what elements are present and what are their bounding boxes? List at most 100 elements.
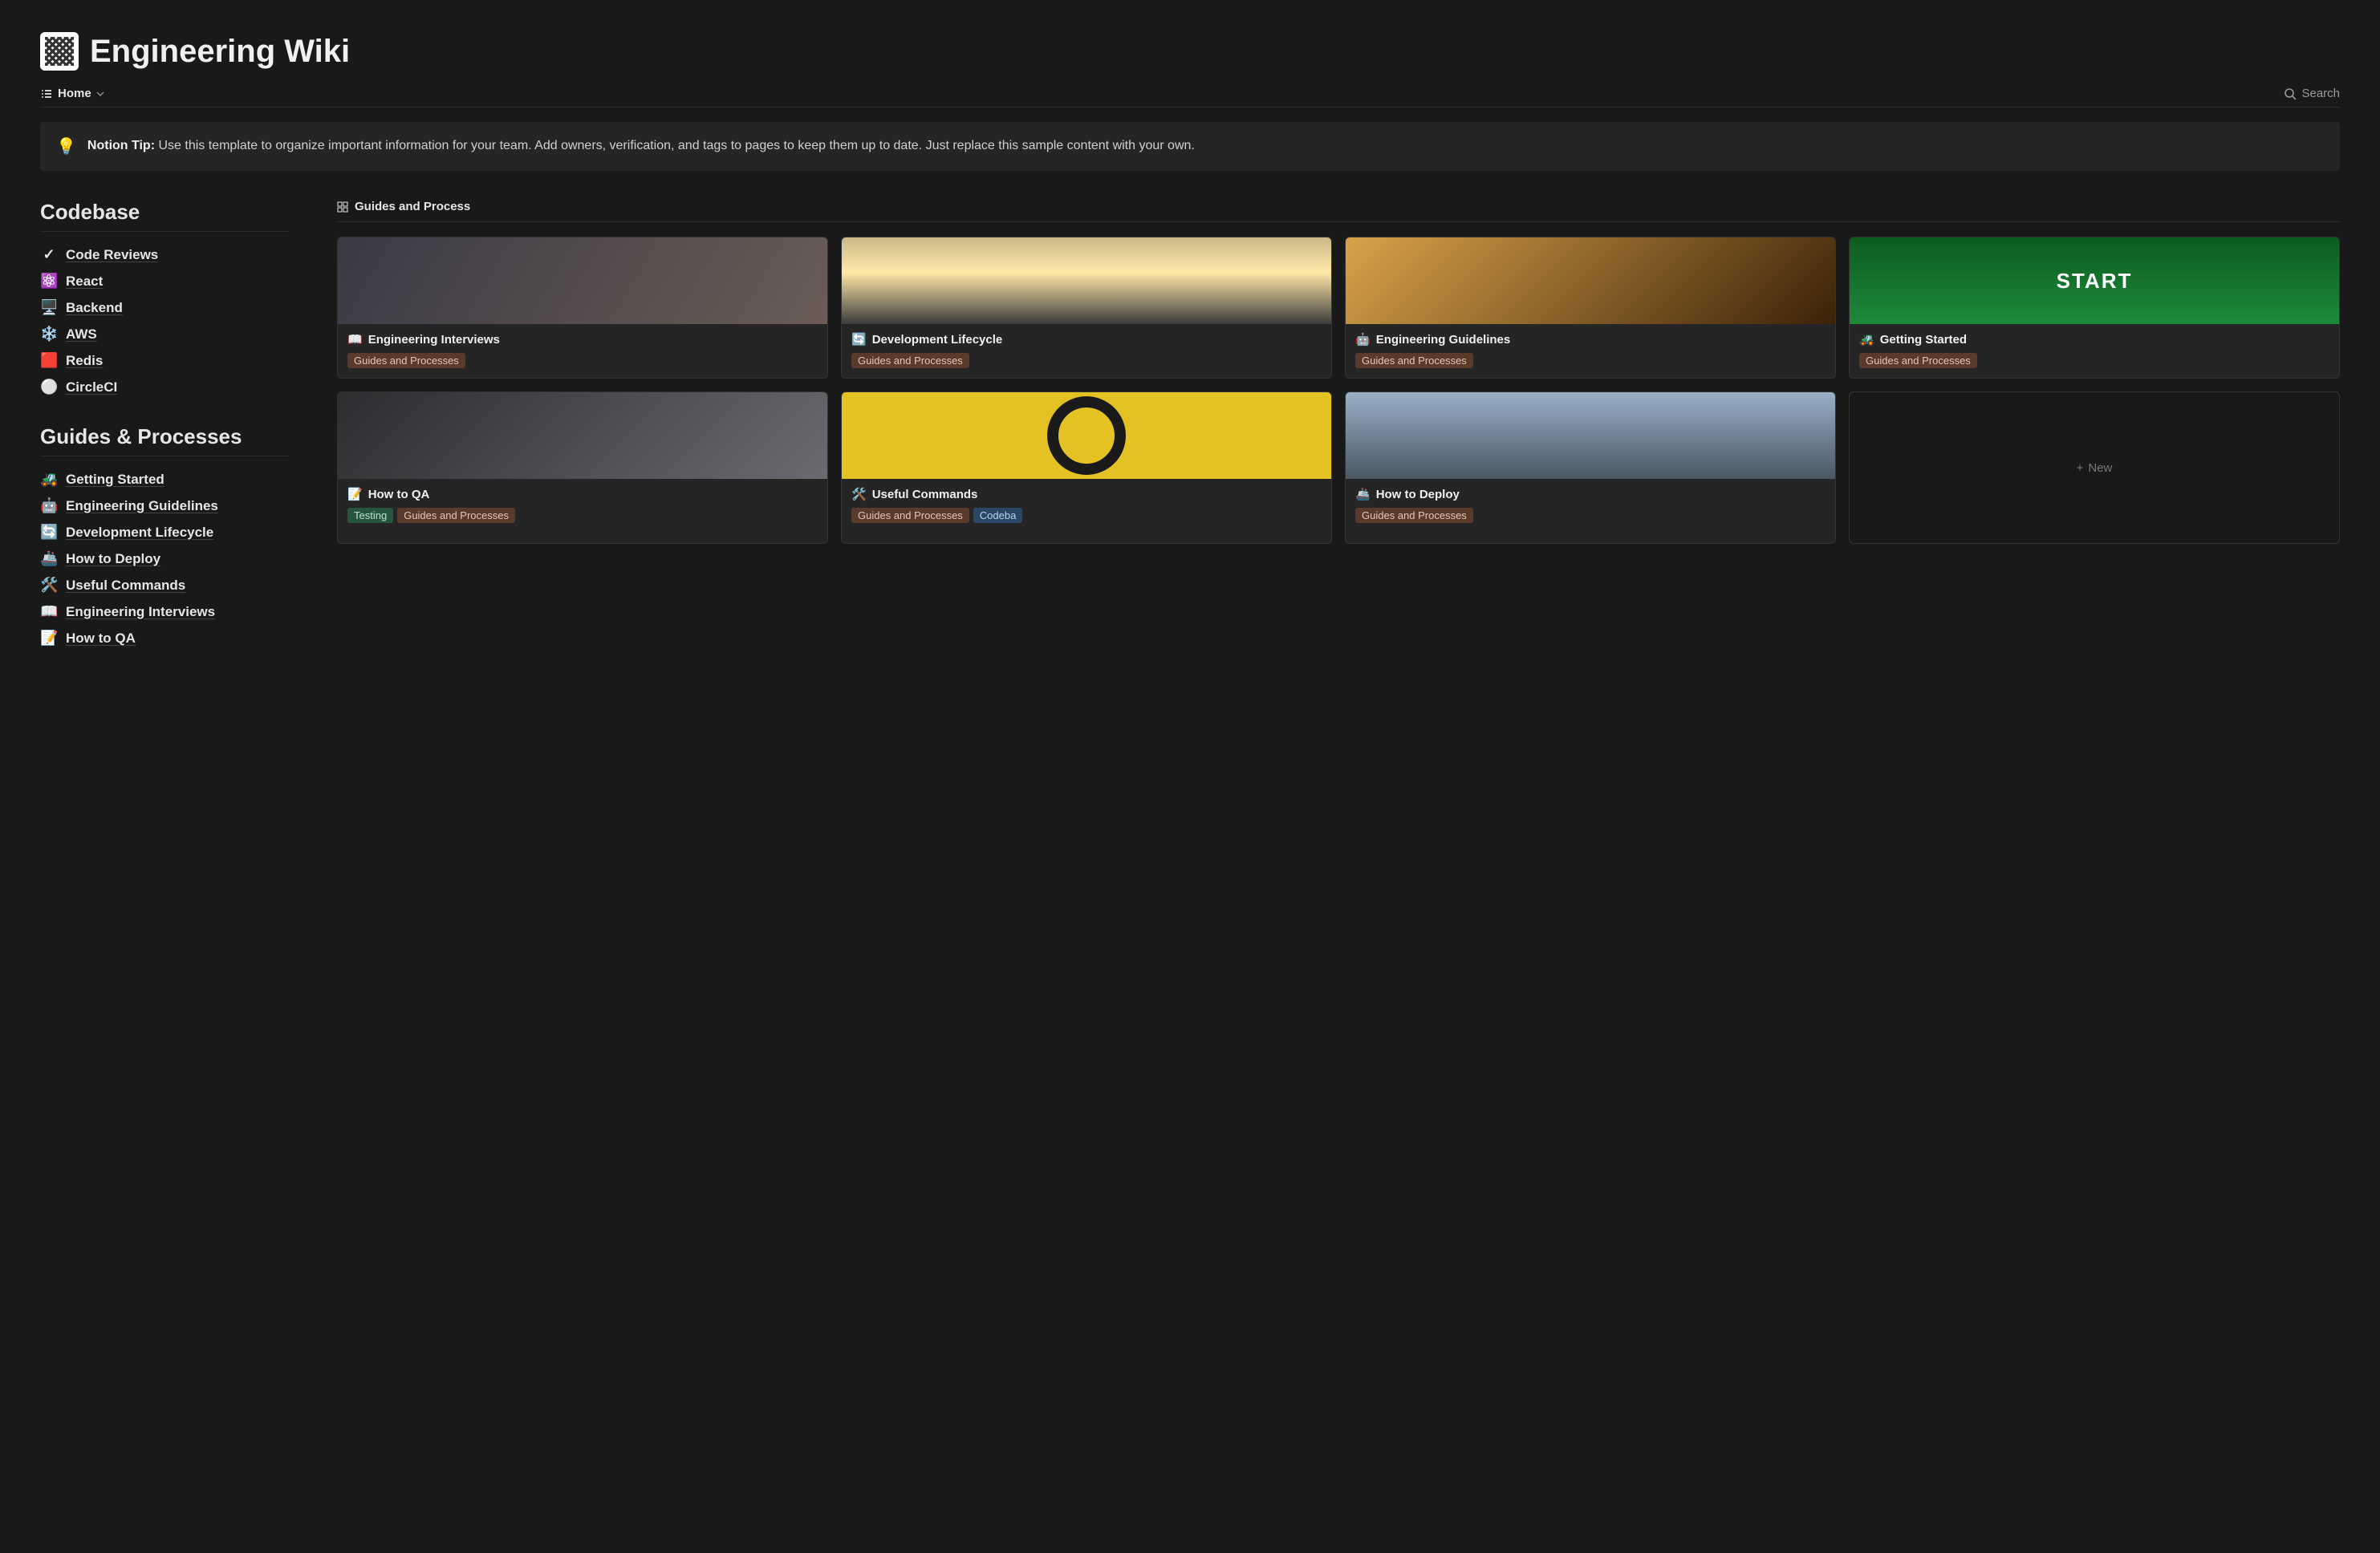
card-tags: Guides and ProcessesCodeba: [851, 508, 1322, 523]
sidebar-list: ✓Code Reviews⚛️React 🖥️ Backend ❄️ AWS 🟥 Redis…: [40, 241, 289, 400]
card-title-row: 📝 How to QA: [347, 487, 818, 501]
card-title: Engineering Interviews: [368, 333, 500, 347]
sidebar-item-label: Development Lifecycle: [66, 525, 213, 541]
columns: Codebase✓Code Reviews⚛️React🖥️Backend❄️A…: [40, 200, 2340, 675]
tag: Guides and Processes: [397, 508, 515, 523]
callout-body: Use this template to organize important …: [158, 139, 1194, 152]
card-body: 🛠️ Useful Commands Guides and ProcessesCod…: [842, 479, 1331, 533]
card-title: Useful Commands: [872, 488, 978, 501]
gallery-card[interactable]: 📖 Engineering Interviews Guides and Proces…: [337, 237, 828, 379]
lightbulb-icon: 💡: [56, 136, 76, 156]
sidebar-item[interactable]: 📖Engineering Interviews: [40, 598, 289, 625]
sidebar-heading: Guides & Processes: [40, 424, 289, 456]
sidebar-item-icon: 🟥: [40, 352, 58, 369]
tag: Guides and Processes: [1355, 508, 1473, 523]
tag: Guides and Processes: [347, 353, 465, 368]
page-header: Engineering Wiki: [40, 32, 2340, 71]
sidebar-section: Guides & Processes🚜Getting Started🤖Engin…: [40, 424, 289, 651]
callout-text: Notion Tip: Use this template to organiz…: [87, 136, 1195, 156]
sidebar-item[interactable]: 🟥 Redis: [40, 347, 289, 374]
card-icon: 🚜: [1859, 332, 1874, 347]
sidebar-item-label: CircleCI: [66, 379, 117, 395]
sidebar-item[interactable]: ❄️ AWS: [40, 321, 289, 347]
sidebar-item[interactable]: 🔄Development Lifecycle: [40, 519, 289, 545]
card-title-row: 📖 Engineering Interviews: [347, 332, 818, 347]
card-body: 📝 How to QA TestingGuides and Processes: [338, 479, 827, 533]
sidebar-item[interactable]: ✓Code Reviews: [40, 241, 289, 268]
sidebar-item[interactable]: 🚢 How to Deploy: [40, 545, 289, 572]
tip-callout: 💡 Notion Tip: Use this template to organ…: [40, 122, 2340, 171]
gallery-card[interactable]: 🔄 Development Lifecycle Guides and Process…: [841, 237, 1332, 379]
card-icon: 📖: [347, 332, 363, 347]
view-tab-label: Home: [58, 87, 91, 100]
card-icon: 🛠️: [851, 487, 867, 501]
list-icon: [40, 87, 53, 100]
gallery-card[interactable]: 🛠️ Useful Commands Guides and ProcessesCod…: [841, 391, 1332, 544]
card-icon: 📝: [347, 487, 363, 501]
gallery-header[interactable]: Guides and Process: [337, 200, 2340, 222]
card-tags: Guides and Processes: [1355, 508, 1826, 523]
gallery: 📖 Engineering Interviews Guides and Proces…: [337, 237, 2340, 544]
gallery-card[interactable]: 🚜 Getting Started Guides and Processes: [1849, 237, 2340, 379]
card-cover: [338, 392, 827, 479]
card-tags: Guides and Processes: [851, 353, 1322, 368]
page-title: Engineering Wiki: [90, 34, 350, 70]
card-title: Development Lifecycle: [872, 333, 1003, 347]
gallery-card[interactable]: 🚢How to DeployGuides and Processes: [1345, 391, 1836, 544]
sidebar-item[interactable]: 🚜 Getting Started: [40, 466, 289, 493]
tag: Guides and Processes: [1355, 353, 1473, 368]
card-title: How to Deploy: [1376, 488, 1460, 501]
gallery-heading-label: Guides and Process: [355, 200, 470, 213]
sidebar-item[interactable]: 🛠️ Useful Commands: [40, 572, 289, 598]
sidebar-item-label: Engineering Interviews: [66, 604, 215, 620]
sidebar-item-label: Getting Started: [66, 472, 164, 488]
card-icon: 🔄: [851, 332, 867, 347]
sidebar-item[interactable]: 📝How to QA: [40, 625, 289, 651]
sidebar-item[interactable]: 🤖Engineering Guidelines: [40, 493, 289, 519]
tag: Guides and Processes: [1859, 353, 1977, 368]
sidebar-item-label: AWS: [66, 326, 97, 343]
sidebar-item[interactable]: 🖥️ Backend: [40, 294, 289, 321]
toolbar: Home Search: [40, 87, 2340, 107]
sidebar-item-icon: 🛠️: [40, 577, 58, 594]
sidebar-item-label: Useful Commands: [66, 578, 185, 594]
sidebar-item-label: Backend: [66, 300, 123, 316]
callout-bold: Notion Tip:: [87, 139, 155, 152]
sidebar-item-icon: 🚜: [40, 471, 58, 488]
card-tags: TestingGuides and Processes: [347, 508, 818, 523]
card-title-row: 🤖Engineering Guidelines: [1355, 332, 1826, 347]
sidebar-item-icon: 🤖: [40, 497, 58, 514]
card-title-row: 🚜 Getting Started: [1859, 332, 2329, 347]
sidebar-item-icon: 🚢: [40, 550, 58, 567]
main: Guides and Process 📖 Engineering Intervie…: [337, 200, 2340, 544]
sidebar-item-icon: 📝: [40, 630, 58, 647]
sidebar-item-icon: ❄️: [40, 326, 58, 343]
card-tags: Guides and Processes: [347, 353, 818, 368]
sidebar-item-label: How to Deploy: [66, 551, 160, 567]
card-cover: [1850, 237, 2339, 324]
sidebar-item-icon: ✓: [40, 246, 58, 263]
search-icon: [2284, 87, 2297, 100]
sidebar-item-label: Redis: [66, 353, 103, 369]
sidebar-item-icon: 🖥️: [40, 299, 58, 316]
gallery-card[interactable]: 📝 How to QA TestingGuides and Processes: [337, 391, 828, 544]
sidebar-item[interactable]: ⚪CircleCI: [40, 374, 289, 400]
search-label: Search: [2301, 87, 2340, 100]
search-button[interactable]: Search: [2284, 87, 2340, 100]
new-label: New: [2088, 461, 2112, 475]
sidebar-item-icon: ⚛️: [40, 273, 58, 290]
card-title: Getting Started: [1880, 333, 1967, 347]
card-cover: [842, 237, 1331, 324]
sidebar-item[interactable]: ⚛️React: [40, 268, 289, 294]
card-title: How to QA: [368, 488, 430, 501]
gallery-new-card[interactable]: +New: [1849, 391, 2340, 544]
view-tab-home[interactable]: Home: [40, 87, 104, 100]
card-cover: [338, 237, 827, 324]
card-body: 🤖Engineering Guidelines Guides and Proces…: [1346, 324, 1835, 378]
sidebar-list: 🚜 Getting Started 🤖Engineering Guidelines🔄…: [40, 466, 289, 651]
sidebar-section: Codebase✓Code Reviews⚛️React🖥️Backend❄️A…: [40, 200, 289, 400]
tag: Guides and Processes: [851, 353, 969, 368]
tag: Guides and Processes: [851, 508, 969, 523]
card-body: 🚢How to DeployGuides and Processes: [1346, 479, 1835, 533]
gallery-card[interactable]: 🤖Engineering Guidelines Guides and Proces…: [1345, 237, 1836, 379]
